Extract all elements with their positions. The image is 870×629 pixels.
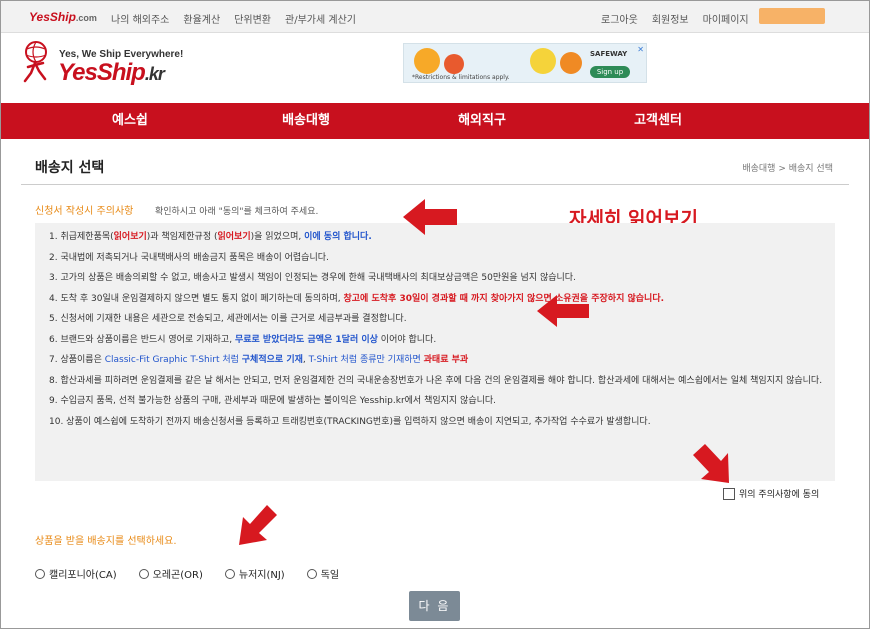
annotation-arrow-2-icon [537,295,589,327]
main-nav-yesship[interactable]: 예스쉽 [42,103,218,139]
term-6-text: 6. 브랜드와 상품이름은 반드시 영어로 기재하고, [49,334,235,345]
top-nav: 나의 해외주소 환율계산 단위변환 관/부가세 계산기 [111,11,356,26]
top-logo-text: YesShip [29,10,76,24]
term-item-10: 10. 상품이 예스쉽에 도착하기 전까지 배송신청서를 등록하고 트래킹번호(… [49,416,651,427]
ad-fine-print: *Restrictions & limitations apply. [412,74,510,81]
page-root: YesShip.com 나의 해외주소 환율계산 단위변환 관/부가세 계산기 … [0,0,870,629]
annotation-arrow-4-icon [239,505,277,545]
term-6-text-2: 이어야 합니다. [377,334,437,345]
radio-new-jersey-label: 뉴저지(NJ) [238,570,285,581]
term-item-2: 2. 국내법에 저촉되거나 국내택배사의 배송금지 품목은 배송이 어렵습니다. [49,252,329,263]
radio-oregon-circle[interactable] [138,568,149,579]
radio-california[interactable]: 캘리포니아(CA) [35,566,117,581]
brand-logo-suffix: .kr [144,64,165,84]
radio-oregon-label: 오레곤(OR) [152,570,203,581]
brand-logo[interactable]: YesShip.kr [58,59,165,87]
term-1-text-2: )과 책임제한규정 ( [146,232,218,242]
page-header: 배송지 선택 배송대행 > 배송지 선택 [21,139,849,185]
radio-new-jersey-circle[interactable] [224,568,235,579]
term-4-text: 4. 도착 후 30일내 운임결제하지 않으면 별도 통지 없이 폐기하는데 동… [49,293,344,304]
notice-title: 신청서 작성시 주의사항 [35,206,134,217]
top-logo[interactable]: YesShip.com [29,10,97,24]
top-nav-tax-calculator[interactable]: 관/부가세 계산기 [285,11,356,26]
main-nav: 예스쉽 배송대행 해외직구 고객센터 [1,103,869,139]
terms-list: 1. 취급제한품목(읽어보기)과 책임제한규정 (읽어보기)을 읽었으며, 이에… [35,223,835,429]
ad-brand: SAFEWAY [590,50,628,58]
liability-rules-read-link[interactable]: 읽어보기 [217,232,250,242]
term-7-highlight: 구체적으로 기재 [241,355,303,365]
radio-california-label: 캘리포니아(CA) [49,570,117,581]
term-7-penalty: 과태료 부과 [423,355,469,365]
top-account-nav: 로그아웃 회원정보 마이페이지 [601,11,749,26]
radio-germany-circle[interactable] [306,568,317,579]
annotation-arrow-1-icon [403,199,457,235]
radio-oregon[interactable]: 오레곤(OR) [138,566,203,581]
term-6-highlight: 무료로 받았더라도 금액은 1달러 이상 [234,334,378,345]
page-title: 배송지 선택 [35,160,105,176]
term-item-3: 3. 고가의 상품은 배송의뢰할 수 없고, 배송사고 발생시 책임이 인정되는… [49,273,576,283]
term-4-warning: 창고에 도착후 30일이 경과할 때 까지 찾아가지 않으면 소유권을 주장하지… [343,293,665,304]
radio-germany[interactable]: 독일 [306,566,340,581]
term-item-9: 9. 수입금지 품목, 선적 불가능한 상품의 구매, 관세부과 때문에 발생하… [49,396,497,406]
agree-checkbox-row[interactable]: 위의 주의사항에 동의 [723,487,819,500]
top-logo-suffix: .com [75,13,97,23]
term-7-example-2: T-Shirt 처럼 종류만 기재하면 [308,355,424,365]
user-name-badge[interactable] [759,8,825,24]
term-1-text-3: )을 읽었으며, [250,232,305,242]
destination-radio-group: 캘리포니아(CA) 오레곤(OR) 뉴저지(NJ) 독일 [35,566,339,581]
radio-germany-label: 독일 [320,570,340,581]
main-nav-overseas-purchase[interactable]: 해외직구 [394,103,570,139]
term-item-7: 7. 상품이름은 Classic-Fit Graphic T-Shirt 처럼 … [49,354,835,367]
grapefruit-image [444,54,464,74]
advertisement-banner[interactable]: *Restrictions & limitations apply. SAFEW… [403,43,647,83]
annotation-arrow-3-icon [693,444,729,483]
top-utility-bar: YesShip.com 나의 해외주소 환율계산 단위변환 관/부가세 계산기 … [1,1,869,33]
main-nav-shipping-agent[interactable]: 배송대행 [218,103,394,139]
term-item-6: 6. 브랜드와 상품이름은 반드시 영어로 기재하고, 무료로 받았더라도 금액… [49,334,835,347]
radio-new-jersey[interactable]: 뉴저지(NJ) [224,566,285,581]
term-7-text: 7. 상품이름은 [49,355,105,365]
next-button[interactable]: 다 음 [409,591,460,621]
logout-link[interactable]: 로그아웃 [601,11,638,26]
radio-california-circle[interactable] [35,568,45,579]
term-item-8: 8. 합산과세를 피하려면 운임결제를 같은 날 해서는 안되고, 먼저 운임결… [49,375,823,386]
term-1-text: 1. 취급제한품목( [49,232,114,242]
term-item-4: 4. 도착 후 30일내 운임결제하지 않으면 별도 통지 없이 폐기하는데 동… [49,293,835,306]
top-nav-exchange-rate[interactable]: 환율계산 [183,11,220,26]
agree-checkbox[interactable] [723,487,735,500]
choose-destination-label: 상품을 받을 배송지를 선택하세요. [35,536,177,547]
globe-runner-logo-icon[interactable] [21,41,51,83]
term-7-example: Classic-Fit Graphic T-Shirt 처럼 [104,355,242,365]
top-nav-unit-conversion[interactable]: 단위변환 [234,11,271,26]
top-nav-my-address[interactable]: 나의 해외주소 [111,11,169,26]
my-page-link[interactable]: 마이페이지 [703,11,749,26]
orange-fruit-image [414,48,440,74]
ad-close-icon[interactable]: ✕ [637,45,644,54]
notice-subtitle: 확인하시고 아래 "동의"를 체크하여 주세요. [155,207,319,217]
breadcrumb: 배송대행 > 배송지 선택 [742,164,833,174]
lemon-image [530,48,556,74]
main-nav-customer-center[interactable]: 고객센터 [570,103,746,139]
ad-signup-button[interactable]: Sign up [590,66,630,78]
tangerine-image [560,52,582,74]
agree-label: 위의 주의사항에 동의 [739,490,820,500]
member-info-link[interactable]: 회원정보 [652,11,689,26]
brand-logo-text: YesShip [58,59,146,86]
term-item-5: 5. 신청서에 기재한 내용은 세관으로 전송되고, 세관에서는 이를 근거로 … [49,314,407,324]
restricted-items-read-link[interactable]: 읽어보기 [114,232,147,242]
term-1-agree-text: 이에 동의 합니다. [304,232,372,242]
